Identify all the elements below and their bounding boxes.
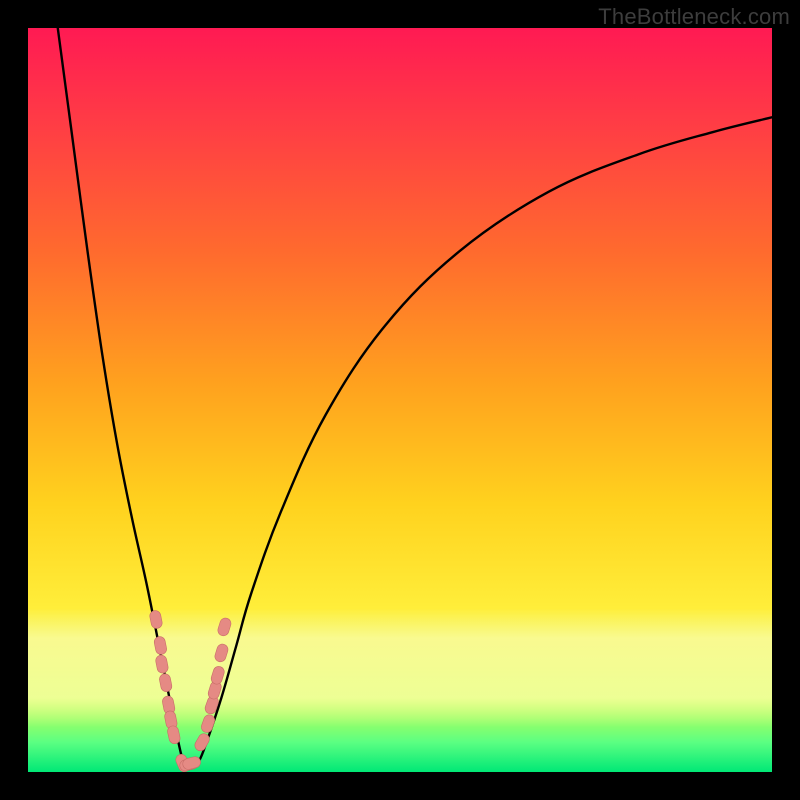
- watermark-text: TheBottleneck.com: [598, 4, 790, 30]
- marker-group: [149, 610, 233, 772]
- chart-frame: TheBottleneck.com: [0, 0, 800, 800]
- curve-layer: [28, 28, 772, 772]
- curve-marker: [153, 636, 167, 656]
- curve-marker: [217, 617, 233, 637]
- curve-marker: [214, 643, 230, 663]
- curve-marker: [200, 713, 216, 734]
- curve-marker: [155, 654, 169, 674]
- plot-area: [28, 28, 772, 772]
- curve-marker: [167, 725, 182, 745]
- curve-marker: [149, 610, 163, 630]
- curve-marker: [158, 673, 172, 693]
